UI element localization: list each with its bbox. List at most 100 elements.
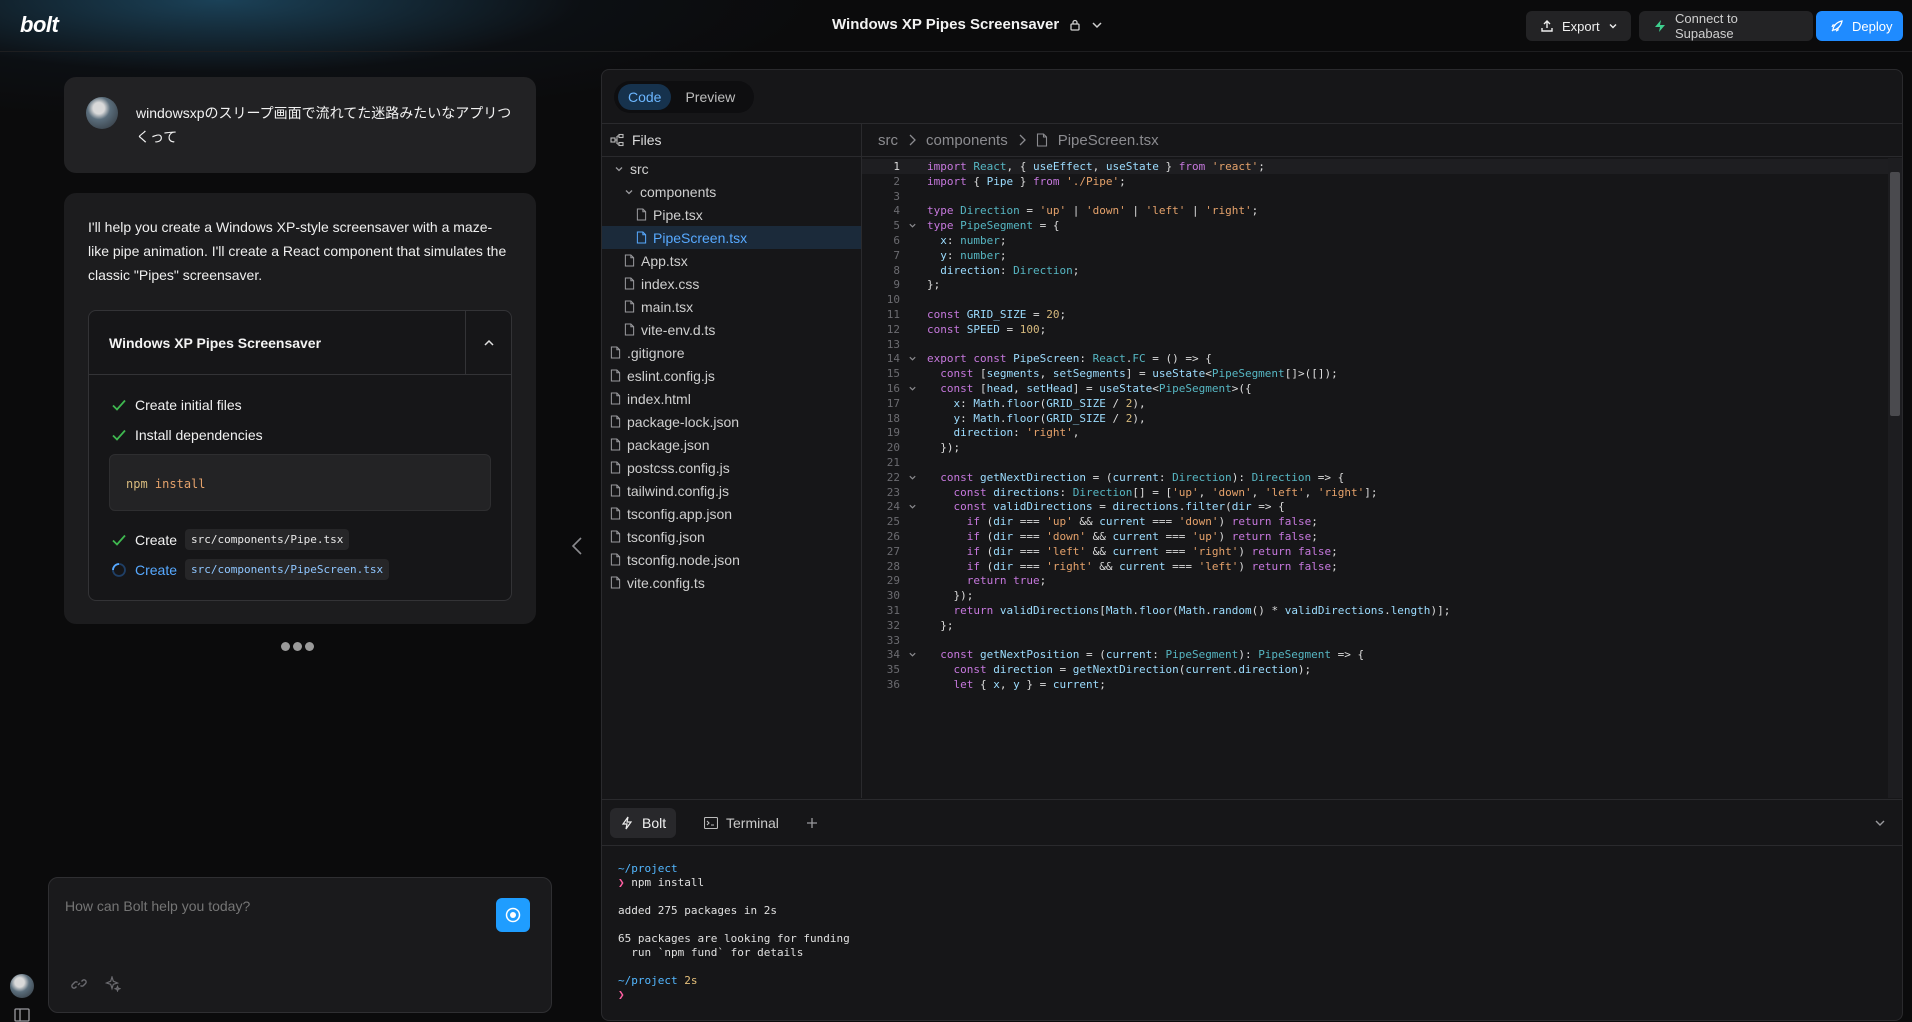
breadcrumb-item[interactable]: PipeScreen.tsx	[1058, 132, 1159, 149]
collapse-terminal-button[interactable]	[1864, 808, 1896, 838]
file-icon	[1036, 133, 1048, 147]
deploy-button[interactable]: Deploy	[1816, 11, 1903, 41]
bolt-logo[interactable]: bolt	[20, 12, 59, 38]
code-line[interactable]: 35 const direction = getNextDirection(cu…	[862, 662, 1888, 677]
code-line[interactable]: 17 x: Math.floor(GRID_SIZE / 2),	[862, 396, 1888, 411]
artifact-collapse-button[interactable]	[465, 311, 511, 375]
code-line[interactable]: 6 x: number;	[862, 233, 1888, 248]
file-item[interactable]: index.html	[602, 387, 861, 410]
file-item[interactable]: tailwind.config.js	[602, 479, 861, 502]
tab-bolt[interactable]: Bolt	[610, 808, 677, 838]
file-item[interactable]: Pipe.tsx	[602, 203, 861, 226]
code-line[interactable]: 22 const getNextDirection = (current: Di…	[862, 470, 1888, 485]
prompt-input[interactable]	[65, 898, 465, 914]
code-line[interactable]: 2 import { Pipe } from './Pipe';	[862, 174, 1888, 189]
code-line[interactable]: 23 const directions: Direction[] = ['up'…	[862, 485, 1888, 500]
file-item[interactable]: App.tsx	[602, 249, 861, 272]
code-line[interactable]: 7 y: number;	[862, 248, 1888, 263]
code-line[interactable]: 16 const [head, setHead] = useState<Pipe…	[862, 381, 1888, 396]
file-chip[interactable]: src/components/PipeScreen.tsx	[185, 559, 390, 580]
line-number: 13	[886, 337, 900, 351]
file-item[interactable]: .gitignore	[602, 341, 861, 364]
sidebar-toggle-icon[interactable]	[14, 1008, 30, 1022]
fold-chevron-icon[interactable]	[908, 221, 917, 230]
code-line[interactable]: 33	[862, 633, 1888, 648]
code-line[interactable]: 34 const getNextPosition = (current: Pip…	[862, 647, 1888, 662]
code-line[interactable]: 18 y: Math.floor(GRID_SIZE / 2),	[862, 411, 1888, 426]
file-icon	[610, 392, 621, 405]
file-item[interactable]: tsconfig.node.json	[602, 548, 861, 571]
folder-item[interactable]: components	[602, 180, 861, 203]
file-chip[interactable]: src/components/Pipe.tsx	[185, 529, 350, 550]
code-line[interactable]: 24 const validDirections = directions.fi…	[862, 499, 1888, 514]
code-line[interactable]: 28 if (dir === 'right' && current === 'l…	[862, 559, 1888, 574]
line-number: 36	[886, 678, 900, 691]
fold-chevron-icon[interactable]	[908, 502, 917, 511]
fold-chevron-icon[interactable]	[908, 384, 917, 393]
code-line[interactable]: 27 if (dir === 'left' && current === 'ri…	[862, 544, 1888, 559]
file-item[interactable]: package.json	[602, 433, 861, 456]
code-line[interactable]: 1 import React, { useEffect, useState } f…	[862, 159, 1888, 174]
file-item[interactable]: main.tsx	[602, 295, 861, 318]
code-line[interactable]: 31 return validDirections[Math.floor(Mat…	[862, 603, 1888, 618]
editor-scrollbar[interactable]	[1888, 158, 1902, 798]
code-line[interactable]: 4 type Direction = 'up' | 'down' | 'left'…	[862, 203, 1888, 218]
file-item[interactable]: tsconfig.json	[602, 525, 861, 548]
file-item[interactable]: PipeScreen.tsx	[602, 226, 861, 249]
code-line[interactable]: 5 type PipeSegment = {	[862, 218, 1888, 233]
file-item[interactable]: postcss.config.js	[602, 456, 861, 479]
tab-code[interactable]: Code	[618, 84, 672, 110]
code-line[interactable]: 26 if (dir === 'down' && current === 'up…	[862, 529, 1888, 544]
plus-icon	[806, 817, 818, 829]
code-line[interactable]: 32 };	[862, 618, 1888, 633]
file-item[interactable]: eslint.config.js	[602, 364, 861, 387]
assistant-message: I'll help you create a Windows XP-style …	[64, 193, 536, 624]
code-line[interactable]: 9};	[862, 277, 1888, 292]
code-line[interactable]: 13	[862, 337, 1888, 352]
file-item[interactable]: vite-env.d.ts	[602, 318, 861, 341]
project-title[interactable]: Windows XP Pipes Screensaver	[832, 16, 1103, 33]
file-item[interactable]: package-lock.json	[602, 410, 861, 433]
fold-chevron-icon[interactable]	[908, 650, 917, 659]
code-line[interactable]: 29 return true;	[862, 573, 1888, 588]
code-editor[interactable]: 1 import React, { useEffect, useState } f…	[862, 158, 1888, 798]
file-item[interactable]: vite.config.ts	[602, 571, 861, 594]
chevron-down-icon	[614, 164, 624, 174]
chevron-right-icon	[908, 134, 916, 146]
file-item[interactable]: tsconfig.app.json	[602, 502, 861, 525]
code-line[interactable]: 20 });	[862, 440, 1888, 455]
code-line[interactable]: 15 const [segments, setSegments] = useSt…	[862, 366, 1888, 381]
chevron-down-icon[interactable]	[1091, 19, 1103, 31]
code-line[interactable]: 21	[862, 455, 1888, 470]
line-number: 24	[886, 500, 900, 514]
connect-supabase-button[interactable]: Connect to Supabase	[1639, 11, 1813, 41]
user-avatar[interactable]	[10, 974, 34, 998]
code-line[interactable]: 30 });	[862, 588, 1888, 603]
code-line[interactable]: 10	[862, 292, 1888, 307]
fold-chevron-icon[interactable]	[908, 473, 917, 482]
code-line[interactable]: 19 direction: 'right',	[862, 425, 1888, 440]
add-terminal-button[interactable]	[796, 808, 828, 838]
fold-chevron-icon[interactable]	[908, 354, 917, 363]
breadcrumb-item[interactable]: src	[878, 132, 898, 149]
export-button[interactable]: Export	[1526, 11, 1631, 41]
chevron-left-icon[interactable]	[571, 536, 583, 556]
send-button[interactable]	[496, 898, 530, 932]
folder-item[interactable]: src	[602, 157, 861, 180]
breadcrumb-item[interactable]: components	[926, 132, 1008, 149]
code-line[interactable]: 14 export const PipeScreen: React.FC = ()…	[862, 351, 1888, 366]
code-line[interactable]: 3	[862, 189, 1888, 204]
code-line[interactable]: 36 let { x, y } = current;	[862, 677, 1888, 692]
tab-terminal[interactable]: Terminal	[694, 808, 789, 838]
link-icon[interactable]	[71, 976, 87, 992]
terminal-output[interactable]: ~/project ❯ npm install added 275 packages…	[618, 862, 1878, 1002]
code-line[interactable]: 8 direction: Direction;	[862, 263, 1888, 278]
code-line[interactable]: 25 if (dir === 'up' && current === 'down…	[862, 514, 1888, 529]
sparkle-icon[interactable]	[105, 976, 121, 992]
code-line[interactable]: 11 const GRID_SIZE = 20;	[862, 307, 1888, 322]
tab-preview[interactable]: Preview	[675, 84, 745, 110]
code-line[interactable]: 12 const SPEED = 100;	[862, 322, 1888, 337]
artifact-header[interactable]: Windows XP Pipes Screensaver	[89, 311, 511, 375]
file-item[interactable]: index.css	[602, 272, 861, 295]
scrollbar-thumb[interactable]	[1890, 172, 1900, 416]
